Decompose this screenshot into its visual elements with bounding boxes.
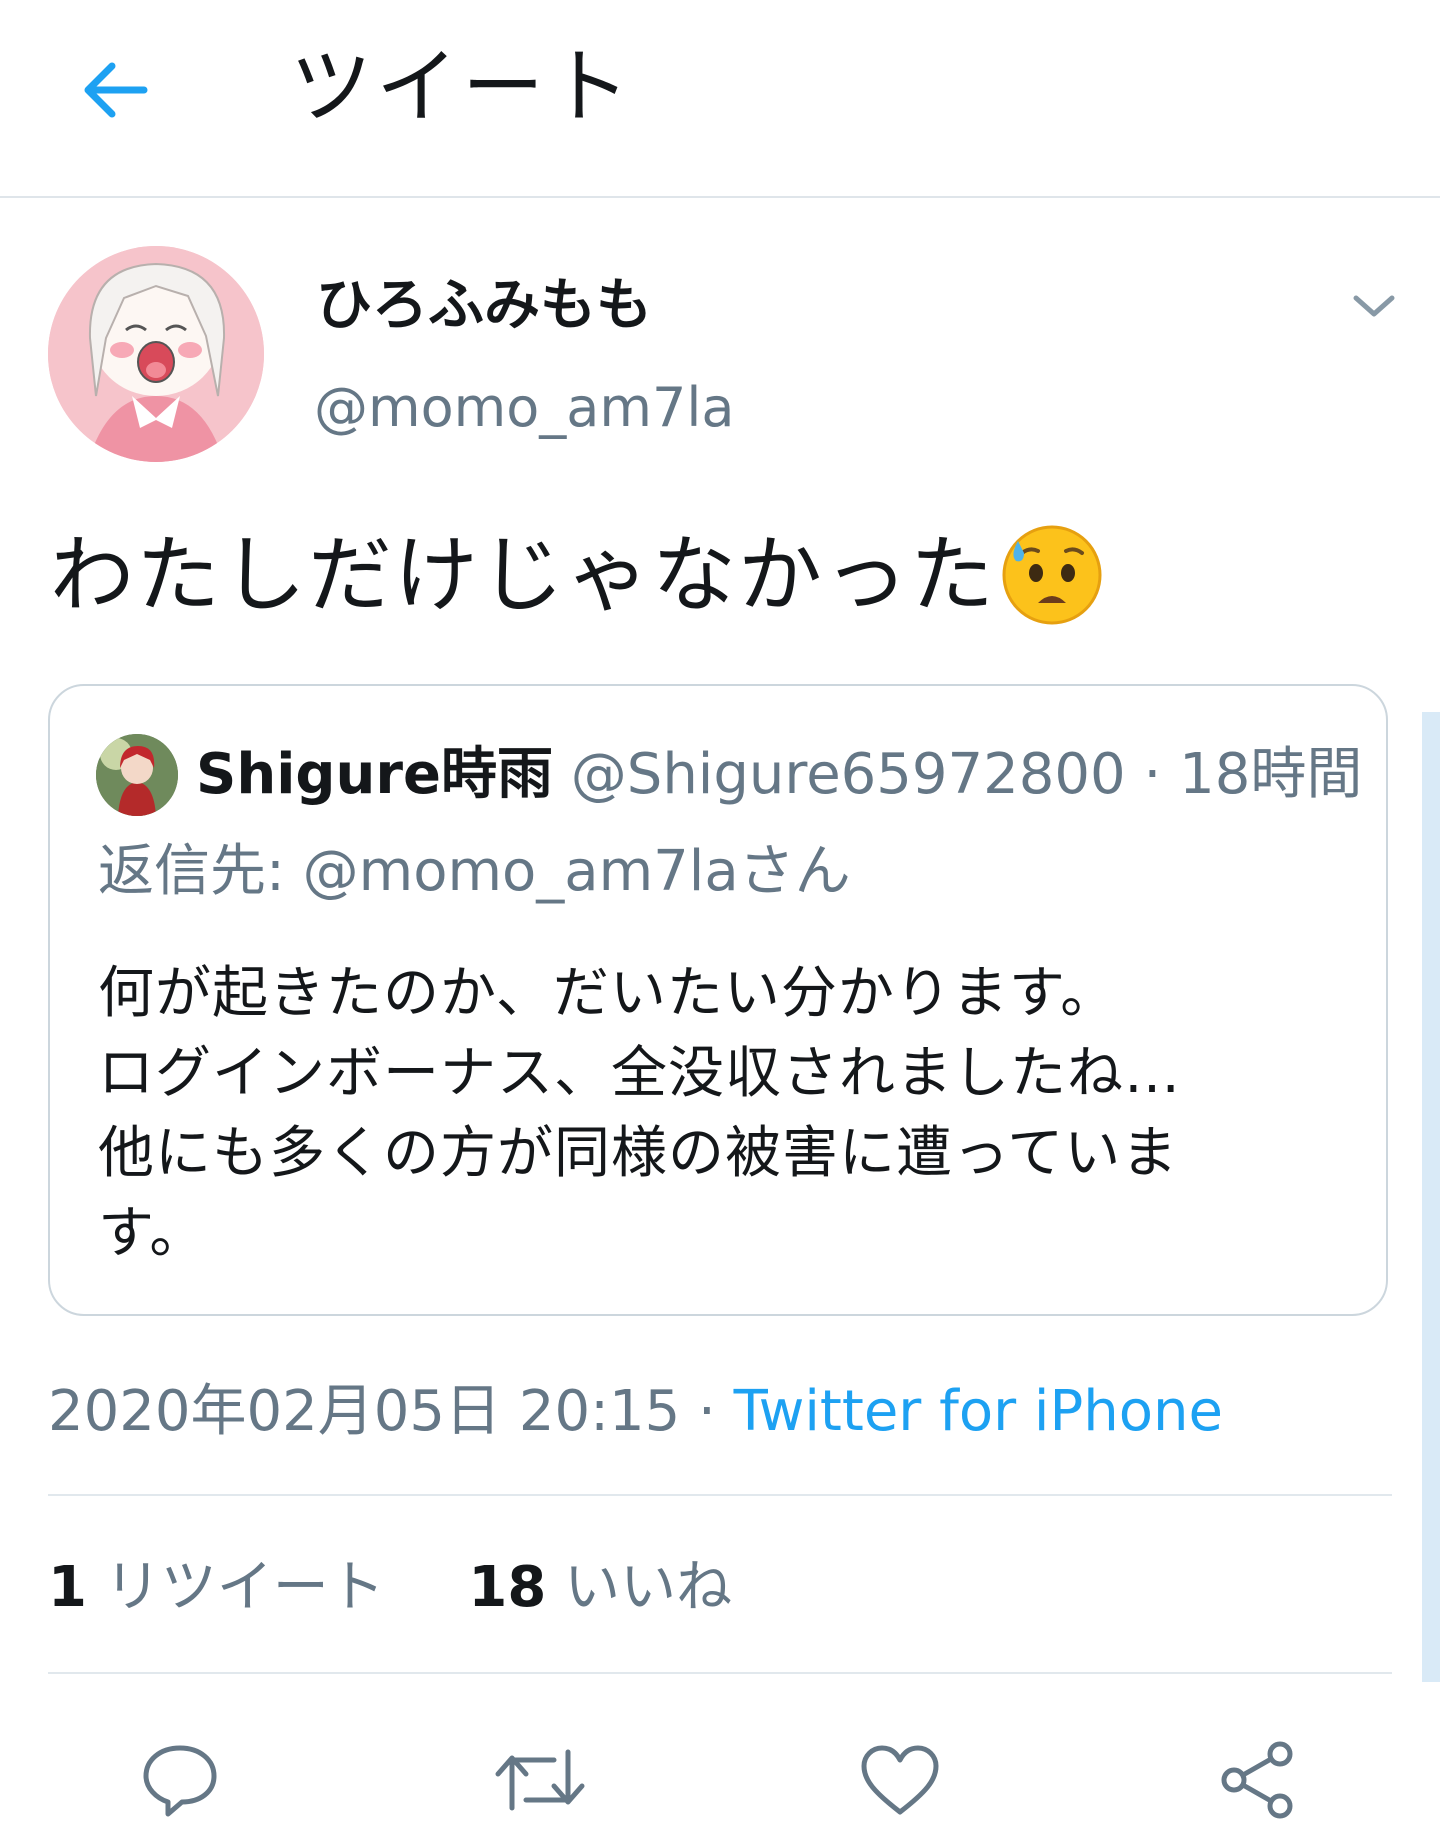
- retweets-stat[interactable]: 1 リツイート: [48, 1555, 385, 1620]
- quoted-body-line: す。: [98, 1201, 207, 1266]
- retweet-icon: [495, 1749, 585, 1811]
- quoted-author-handle: @Shigure65972800: [570, 742, 1126, 807]
- like-icon: [861, 1745, 939, 1815]
- quoted-author-name: Shigure時雨: [196, 742, 553, 807]
- tweet-menu-button[interactable]: [1346, 278, 1402, 334]
- back-button[interactable]: [70, 50, 160, 130]
- tweet-text-row: わたしだけじゃなかった: [50, 520, 1104, 630]
- likes-label: いいね: [564, 1555, 733, 1620]
- divider: [48, 1672, 1392, 1674]
- tweet-stats: 1 リツイート 18 いいね: [48, 1548, 732, 1628]
- share-icon: [1221, 1741, 1293, 1819]
- reply-icon: [143, 1745, 217, 1817]
- page-title: ツイート: [290, 40, 635, 135]
- top-bar: [0, 0, 1440, 198]
- quoted-body-line: 他にも多くの方が同様の被害に遭っていま: [98, 1121, 1179, 1186]
- retweets-count: 1: [48, 1555, 87, 1620]
- reply-button[interactable]: [130, 1730, 230, 1830]
- likes-count: 18: [468, 1555, 547, 1620]
- avatar[interactable]: [48, 246, 264, 462]
- quoted-reply-to: 返信先: @momo_am7laさん: [98, 839, 851, 904]
- quoted-tweet-body: 何が起きたのか、だいたい分かります。 ログインボーナス、全没収されましたね… 他…: [98, 954, 1338, 1274]
- quoted-avatar-illustration: [96, 734, 178, 816]
- arrow-left-icon: [84, 62, 148, 118]
- anxious-face-with-sweat-emoji: [1002, 525, 1102, 625]
- tweet-meta: 2020年02月05日 20:15 · Twitter for iPhone: [48, 1372, 1223, 1452]
- author-handle[interactable]: @momo_am7la: [314, 368, 734, 448]
- quoted-tweet-header: Shigure時雨 @Shigure65972800 · 18時間: [196, 735, 1362, 815]
- likes-stat[interactable]: 18 いいね: [468, 1555, 732, 1620]
- scrollbar[interactable]: [1422, 712, 1440, 1682]
- author-name[interactable]: ひろふみもも: [316, 266, 652, 346]
- tweet-timestamp: 2020年02月05日 20:15: [48, 1379, 681, 1444]
- quoted-body-line: ログインボーナス、全没収されましたね…: [98, 1041, 1181, 1106]
- retweets-label: リツイート: [104, 1555, 385, 1620]
- divider: [48, 1494, 1392, 1496]
- meta-separator: ·: [680, 1379, 734, 1444]
- quoted-meta-separator: ·: [1125, 742, 1180, 807]
- share-button[interactable]: [1208, 1730, 1308, 1830]
- quoted-tweet-time: 18時間: [1179, 742, 1363, 807]
- like-button[interactable]: [850, 1730, 950, 1830]
- chevron-down-icon: [1353, 295, 1395, 317]
- tweet-text: わたしだけじゃなかった: [50, 526, 997, 624]
- retweet-button[interactable]: [490, 1730, 590, 1830]
- tweet-source-link[interactable]: Twitter for iPhone: [734, 1379, 1223, 1444]
- quoted-tweet-avatar[interactable]: [96, 734, 178, 816]
- avatar-illustration: [48, 246, 264, 462]
- quoted-body-line: 何が起きたのか、だいたい分かります。: [98, 961, 1118, 1026]
